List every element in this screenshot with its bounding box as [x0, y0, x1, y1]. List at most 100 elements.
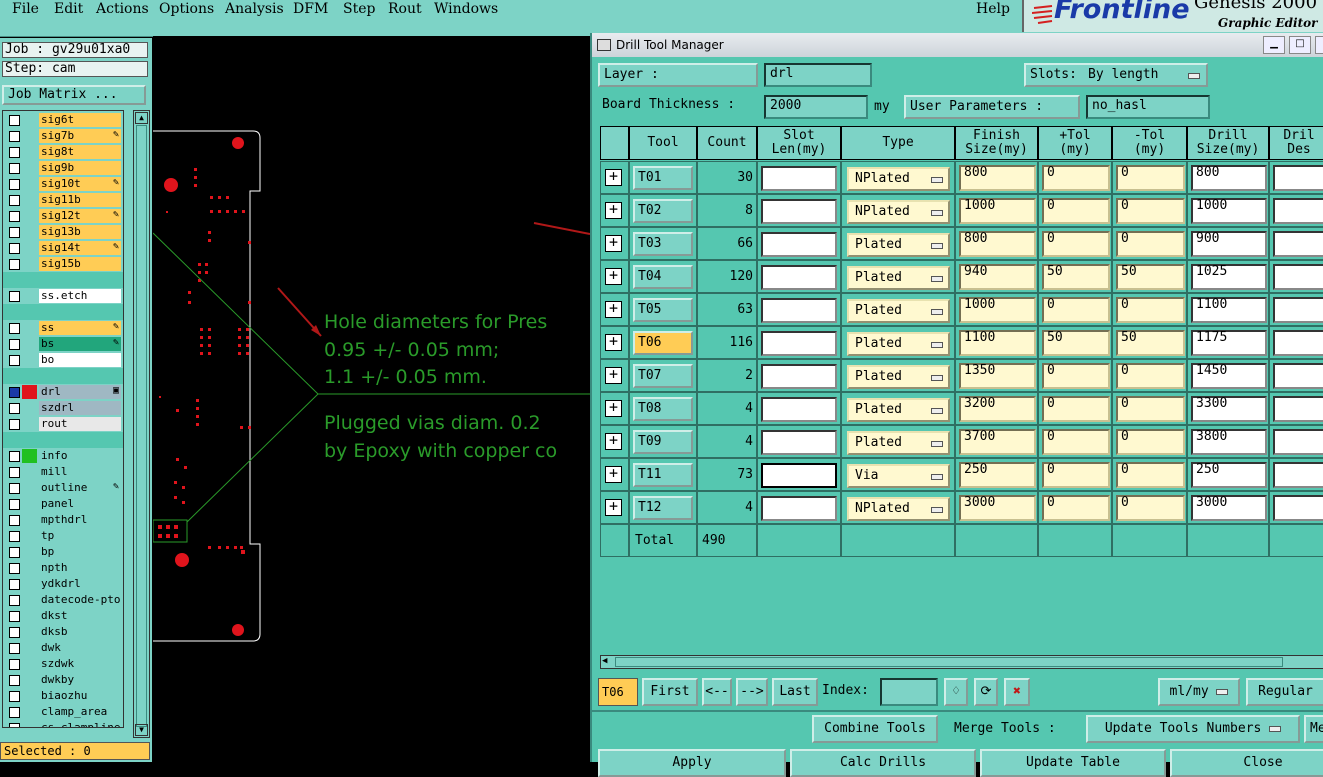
menu-help[interactable]: Help	[976, 1, 1010, 17]
layer-item[interactable]: info	[3, 448, 123, 464]
layer-item[interactable]: szdrl	[3, 400, 123, 416]
tool-button[interactable]: T02	[633, 199, 693, 223]
more-button[interactable]: Me	[1304, 715, 1323, 743]
menu-edit[interactable]: Edit	[54, 1, 83, 17]
index-field[interactable]	[880, 678, 938, 706]
layer-checkbox[interactable]	[9, 579, 20, 590]
units-selector[interactable]: ml/my	[1158, 678, 1240, 706]
drill-size-input[interactable]: 1175	[1191, 330, 1267, 356]
scroll-down-icon[interactable]: ▼	[135, 724, 148, 736]
finish-size-input[interactable]: 1350	[959, 363, 1036, 389]
type-selector[interactable]: Plated	[847, 332, 950, 356]
plus-tol-input[interactable]: 0	[1042, 495, 1110, 521]
plus-tol-input[interactable]: 0	[1042, 429, 1110, 455]
drill-size-input[interactable]: 3300	[1191, 396, 1267, 422]
drill-size-input[interactable]: 1450	[1191, 363, 1267, 389]
slot-length-input[interactable]	[761, 199, 837, 224]
apply-button[interactable]: Apply	[598, 749, 786, 777]
menu-analysis[interactable]: Analysis	[225, 1, 284, 17]
layer-item[interactable]: cs_clampline	[3, 720, 123, 727]
mode-selector[interactable]: Regular	[1246, 678, 1323, 706]
minus-tol-input[interactable]: 50	[1116, 264, 1185, 290]
menu-rout[interactable]: Rout	[388, 1, 422, 17]
layer-item[interactable]: sig8t	[3, 144, 123, 160]
tool-button[interactable]: T04	[633, 265, 693, 289]
layer-checkbox[interactable]	[9, 211, 20, 222]
calc-drills-button[interactable]: Calc Drills	[790, 749, 976, 777]
plus-tol-input[interactable]: 0	[1042, 297, 1110, 323]
drill-des-input[interactable]	[1273, 330, 1323, 356]
drill-des-input[interactable]	[1273, 198, 1323, 224]
finish-size-input[interactable]: 250	[959, 462, 1036, 488]
menu-dfm[interactable]: DFM	[293, 1, 328, 17]
layer-list-scrollbar[interactable]: ▲ ▼	[133, 110, 150, 738]
layer-checkbox[interactable]	[9, 179, 20, 190]
bulb-icon[interactable]: ♢	[944, 678, 968, 706]
layer-checkbox[interactable]	[9, 195, 20, 206]
slot-length-input[interactable]	[761, 166, 837, 191]
menu-step[interactable]: Step	[343, 1, 375, 17]
layer-item[interactable]: tp	[3, 528, 123, 544]
minus-tol-input[interactable]: 0	[1116, 165, 1185, 191]
layer-list[interactable]: sig6t sig7b ✎ sig8t sig9b sig10t ✎ sig11b sig12t…	[2, 110, 124, 728]
minus-tol-input[interactable]: 0	[1116, 396, 1185, 422]
layer-checkbox[interactable]	[9, 323, 20, 334]
drill-des-input[interactable]	[1273, 264, 1323, 290]
minus-tol-input[interactable]: 50	[1116, 330, 1185, 356]
slot-length-input[interactable]	[761, 430, 837, 455]
layer-checkbox[interactable]	[9, 515, 20, 526]
first-button[interactable]: First	[642, 678, 698, 706]
layer-item[interactable]: outline ✎	[3, 480, 123, 496]
expand-tool-icon[interactable]: +	[605, 301, 622, 318]
drill-size-input[interactable]: 250	[1191, 462, 1267, 488]
layer-field[interactable]: drl	[764, 63, 872, 87]
expand-tool-icon[interactable]: +	[605, 400, 622, 417]
close-icon[interactable]: ✕	[1315, 36, 1323, 54]
layer-checkbox[interactable]	[9, 467, 20, 478]
layer-checkbox[interactable]	[9, 611, 20, 622]
menu-windows[interactable]: Windows	[434, 1, 498, 17]
type-selector[interactable]: Plated	[847, 431, 950, 455]
drill-size-input[interactable]: 1100	[1191, 297, 1267, 323]
finish-size-input[interactable]: 3200	[959, 396, 1036, 422]
tool-button[interactable]: T05	[633, 298, 693, 322]
layer-item[interactable]: ydkdrl	[3, 576, 123, 592]
minus-tol-input[interactable]: 0	[1116, 363, 1185, 389]
menu-options[interactable]: Options	[159, 1, 214, 17]
type-selector[interactable]: Plated	[847, 266, 950, 290]
drill-des-input[interactable]	[1273, 231, 1323, 257]
slot-length-input[interactable]	[761, 298, 837, 323]
tool-button[interactable]: T12	[633, 496, 693, 520]
plus-tol-input[interactable]: 0	[1042, 198, 1110, 224]
layer-checkbox[interactable]	[9, 243, 20, 254]
layer-item[interactable]: sig12t ✎	[3, 208, 123, 224]
drill-size-input[interactable]: 1000	[1191, 198, 1267, 224]
scroll-left-icon[interactable]: ◀	[602, 656, 607, 666]
finish-size-input[interactable]: 940	[959, 264, 1036, 290]
layer-item[interactable]: sig10t ✎	[3, 176, 123, 192]
type-selector[interactable]: NPlated	[847, 497, 950, 521]
update-table-button[interactable]: Update Table	[980, 749, 1166, 777]
layer-item[interactable]: szdwk	[3, 656, 123, 672]
drill-size-input[interactable]: 900	[1191, 231, 1267, 257]
plus-tol-input[interactable]: 0	[1042, 165, 1110, 191]
finish-size-input[interactable]: 800	[959, 231, 1036, 257]
refresh-icon[interactable]: ⟳	[974, 678, 998, 706]
minus-tol-input[interactable]: 0	[1116, 429, 1185, 455]
slot-length-input[interactable]	[761, 463, 837, 488]
last-button[interactable]: Last	[772, 678, 818, 706]
layer-item[interactable]: bp	[3, 544, 123, 560]
type-selector[interactable]: NPlated	[847, 167, 950, 191]
plus-tol-input[interactable]: 0	[1042, 462, 1110, 488]
slot-length-input[interactable]	[761, 364, 837, 389]
finish-size-input[interactable]: 1000	[959, 297, 1036, 323]
slot-length-input[interactable]	[761, 496, 837, 521]
plus-tol-input[interactable]: 0	[1042, 363, 1110, 389]
layer-checkbox[interactable]	[9, 531, 20, 542]
slot-length-input[interactable]	[761, 331, 837, 356]
layer-checkbox[interactable]	[9, 707, 20, 718]
tool-button[interactable]: T03	[633, 232, 693, 256]
slot-length-input[interactable]	[761, 232, 837, 257]
tool-button[interactable]: T08	[633, 397, 693, 421]
plus-tol-input[interactable]: 50	[1042, 264, 1110, 290]
